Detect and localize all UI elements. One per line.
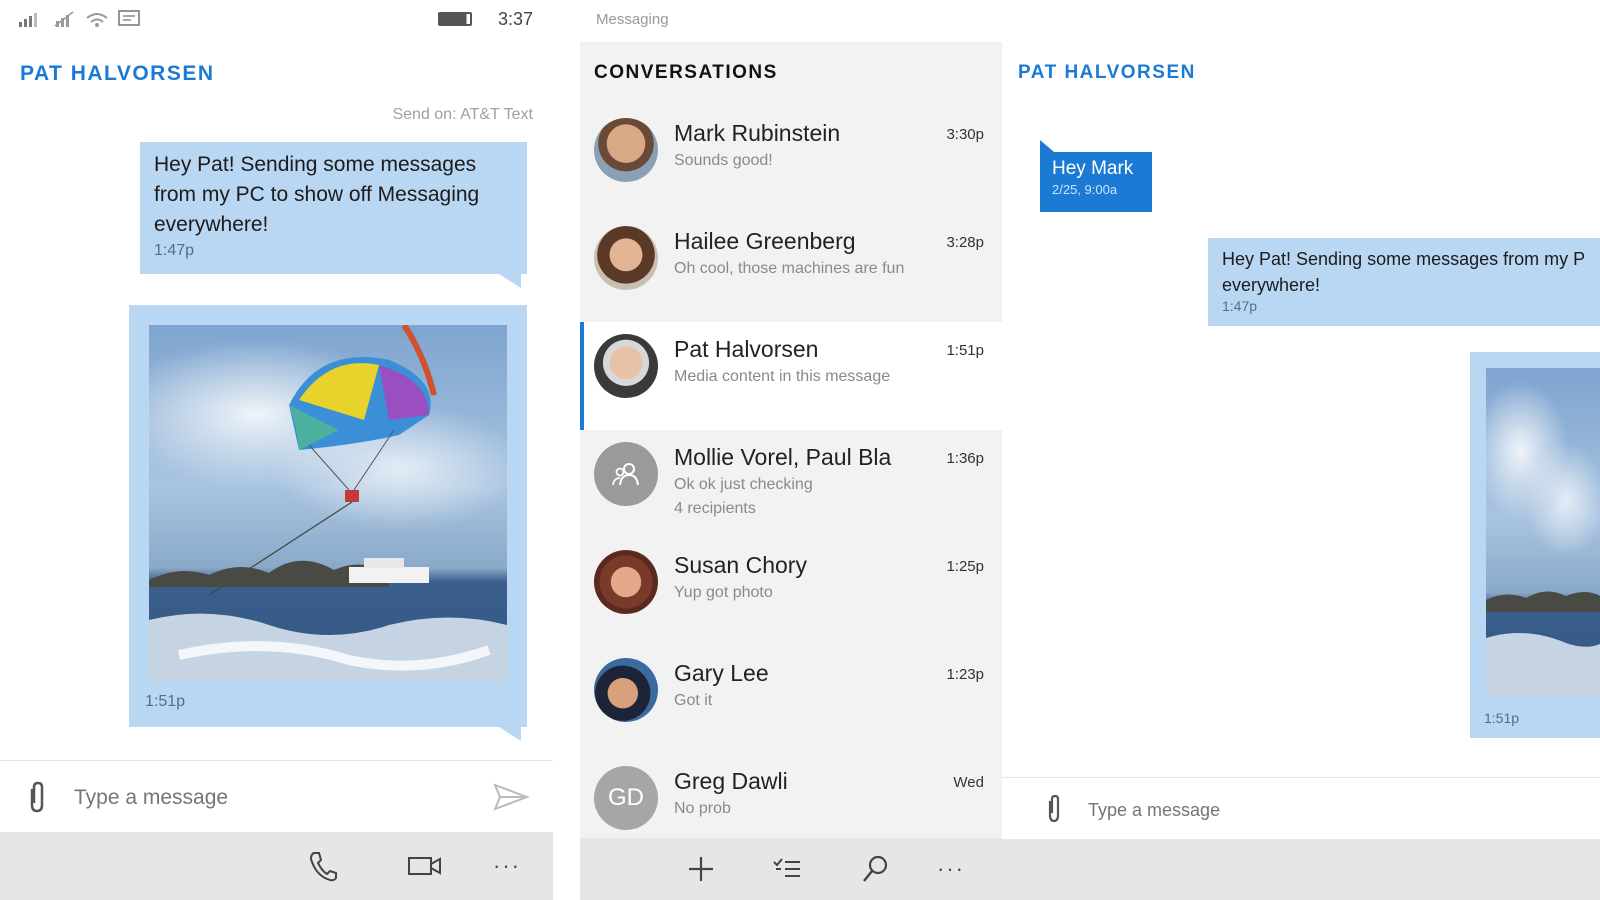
- conversation-name: Gary Lee: [674, 660, 769, 686]
- message-bubble[interactable]: Hey Pat! Sending some messages from my P…: [140, 142, 527, 274]
- avatar: [594, 226, 658, 290]
- signal-icon: [16, 8, 42, 30]
- conversation-time: 3:28p: [946, 234, 984, 251]
- conversation-time: 3:30p: [946, 126, 984, 143]
- outgoing-message-text-2: everywhere!: [1222, 275, 1321, 295]
- outgoing-message-text: Hey Pat! Sending some messages from my P: [1222, 249, 1586, 269]
- bubble-tail: [1040, 140, 1054, 152]
- message-photo[interactable]: [149, 325, 507, 682]
- send-on-selector[interactable]: Send on: AT&T Text: [392, 106, 533, 124]
- photo-message-bubble[interactable]: 1:51p: [129, 305, 527, 727]
- desktop-app-window: Messaging CONVERSATIONS Mark Rubinstein …: [580, 0, 1600, 900]
- photo-time: 1:51p: [145, 693, 186, 710]
- conversation-name: Mollie Vorel, Paul Bla: [674, 444, 892, 470]
- conversation-preview: Yup got photo: [674, 584, 773, 601]
- avatar: [594, 658, 658, 722]
- conversation-preview: Got it: [674, 692, 713, 709]
- wifi-icon: [84, 8, 110, 30]
- battery-icon: [438, 12, 472, 26]
- conversation-item[interactable]: Susan Chory Yup got photo 1:25p: [580, 538, 1002, 646]
- conversation-name: Pat Halvorsen: [674, 336, 819, 362]
- chat-app-bar: [1002, 839, 1600, 900]
- avatar: [594, 550, 658, 614]
- attach-icon[interactable]: [1042, 794, 1066, 824]
- incoming-message-time: 2/25, 9:00a: [1052, 182, 1118, 197]
- video-call-icon[interactable]: [400, 846, 450, 886]
- message-input[interactable]: [72, 779, 456, 817]
- conversation-name: Mark Rubinstein: [674, 120, 841, 146]
- conversation-time: Wed: [953, 774, 984, 791]
- photo-time: 1:51p: [1484, 710, 1520, 726]
- conversation-item[interactable]: Mark Rubinstein Sounds good! 3:30p: [580, 106, 1002, 214]
- conversation-preview: Oh cool, those machines are fun: [674, 260, 905, 277]
- message-notification-icon: [116, 8, 142, 30]
- conversations-header: CONVERSATIONS: [594, 62, 778, 83]
- message-photo[interactable]: [1486, 368, 1600, 698]
- conversation-preview: Ok ok just checking: [674, 476, 813, 493]
- conversation-item[interactable]: Gary Lee Got it 1:23p: [580, 646, 1002, 754]
- conversation-name: Greg Dawli: [674, 768, 788, 794]
- app-title: Messaging: [596, 11, 669, 28]
- conversation-item[interactable]: Mollie Vorel, Paul Bla Ok ok just checki…: [580, 430, 1002, 538]
- send-icon[interactable]: [492, 781, 530, 813]
- select-list-icon[interactable]: [762, 849, 812, 889]
- conversations-app-bar: ···: [580, 838, 1002, 900]
- conversation-preview: Media content in this message: [674, 368, 891, 385]
- status-bar: 3:37: [0, 0, 553, 40]
- conversation-item-selected[interactable]: Pat Halvorsen Media content in this mess…: [580, 322, 1002, 430]
- contact-name: PAT HALVORSEN: [20, 62, 215, 85]
- phone-call-icon[interactable]: [298, 846, 348, 886]
- phone-screen: 3:37 PAT HALVORSEN Send on: AT&T Text He…: [0, 0, 553, 900]
- bubble-tail: [499, 727, 521, 741]
- more-options-icon[interactable]: ···: [482, 846, 532, 886]
- signal-2-icon: [52, 8, 78, 30]
- avatar: GD: [594, 766, 658, 830]
- conversation-preview: No prob: [674, 800, 731, 817]
- conversation-time: 1:36p: [946, 450, 984, 467]
- conversations-pane: CONVERSATIONS Mark Rubinstein Sounds goo…: [580, 42, 1002, 900]
- status-time: 3:37: [497, 9, 533, 29]
- conversation-time: 1:23p: [946, 666, 984, 683]
- message-text: Hey Pat! Sending some messages from my P…: [154, 153, 480, 236]
- new-conversation-icon[interactable]: [676, 849, 726, 889]
- incoming-message-text: Hey Mark: [1052, 158, 1134, 179]
- search-icon[interactable]: [850, 849, 900, 889]
- conversation-preview: Sounds good!: [674, 152, 773, 169]
- compose-bar: [0, 760, 553, 833]
- chat-pane: PAT HALVORSEN Hey Mark 2/25, 9:00a Hey P…: [1002, 42, 1600, 900]
- avatar: [594, 118, 658, 182]
- parasail-image: [149, 325, 507, 682]
- outgoing-message-time: 1:47p: [1222, 298, 1258, 314]
- more-options-icon[interactable]: ···: [926, 849, 976, 889]
- recipient-count: 4 recipients: [674, 500, 756, 517]
- parasail-image-partial: [1486, 591, 1600, 698]
- conversation-time: 1:25p: [946, 558, 984, 575]
- message-time: 1:47p: [154, 242, 195, 259]
- outgoing-photo-bubble[interactable]: 1:51p: [1470, 352, 1600, 738]
- chat-message-input[interactable]: [1086, 794, 1510, 826]
- conversation-item[interactable]: Hailee Greenberg Oh cool, those machines…: [580, 214, 1002, 322]
- attach-icon[interactable]: [22, 781, 52, 815]
- incoming-message-bubble[interactable]: Hey Mark 2/25, 9:00a: [1040, 152, 1152, 212]
- outgoing-message-bubble[interactable]: Hey Pat! Sending some messages from my P…: [1208, 238, 1600, 326]
- group-icon: [594, 442, 658, 506]
- conversation-time: 1:51p: [946, 342, 984, 359]
- chat-contact-name: PAT HALVORSEN: [1018, 62, 1196, 83]
- conversation-name: Hailee Greenberg: [674, 228, 856, 254]
- chat-compose-bar: [1002, 777, 1600, 840]
- avatar: [594, 334, 658, 398]
- bubble-tail: [499, 274, 521, 288]
- phone-app-bar: ···: [0, 832, 553, 900]
- conversation-name: Susan Chory: [674, 552, 807, 578]
